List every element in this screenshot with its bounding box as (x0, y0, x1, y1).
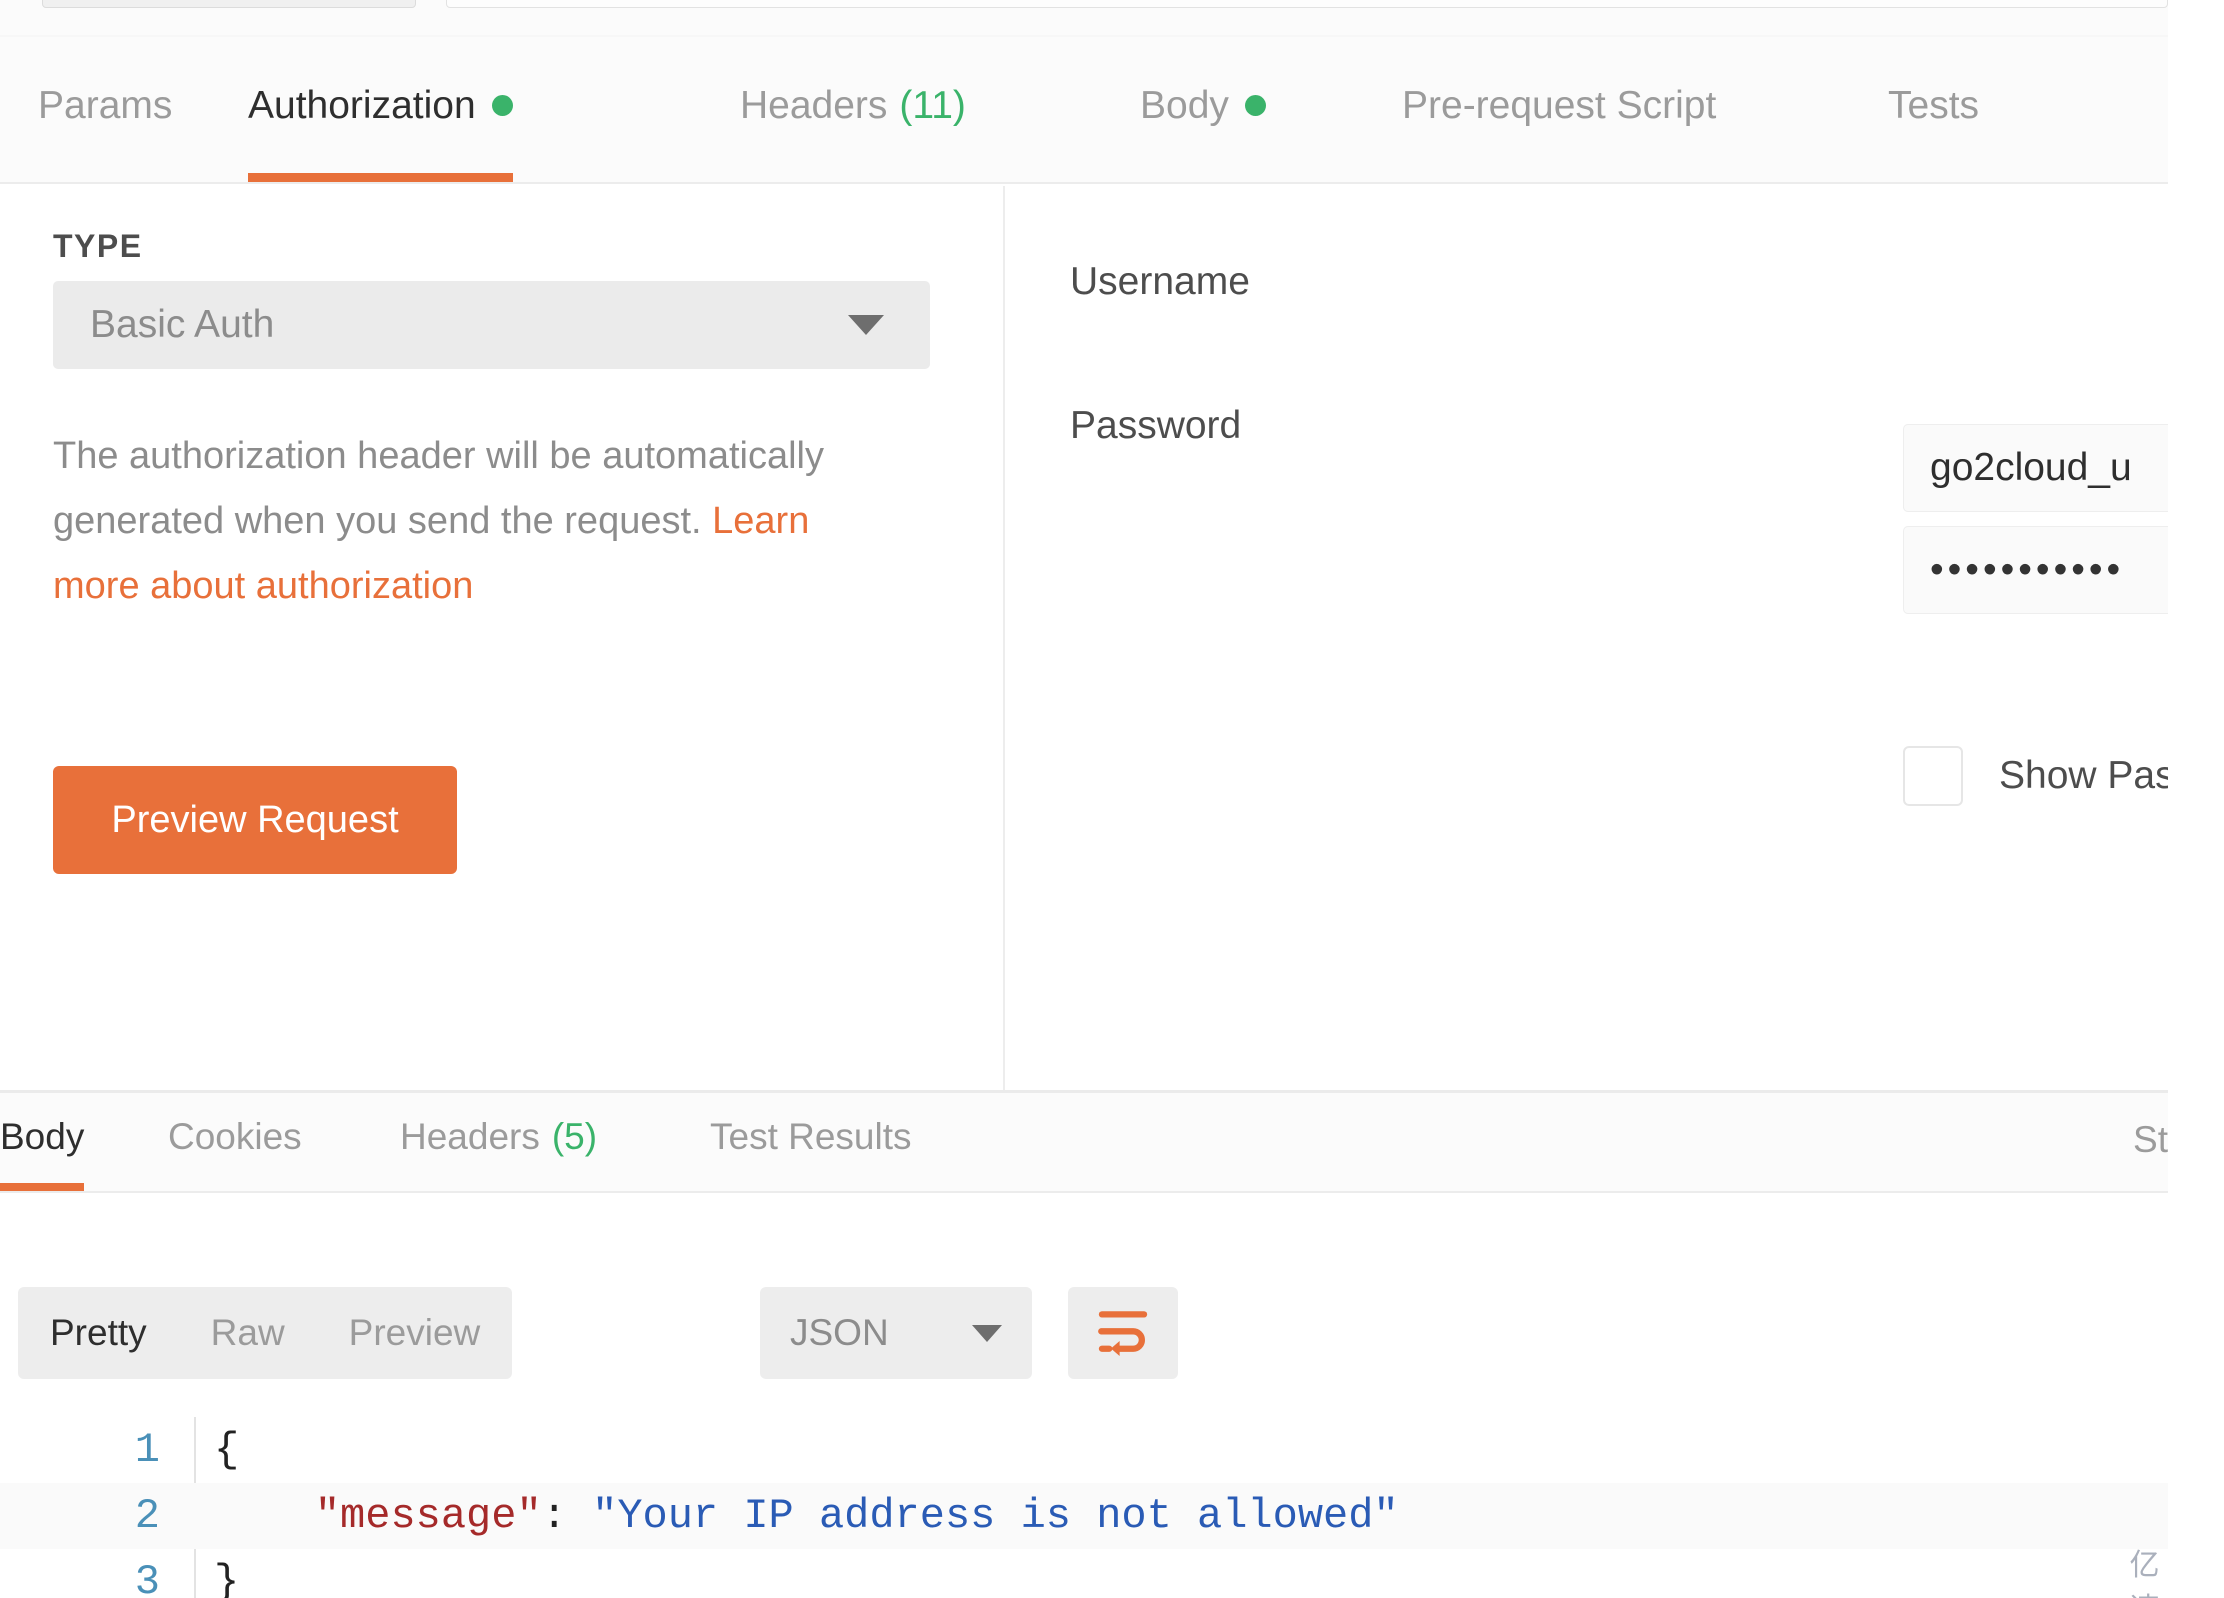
cloud-icon (2100, 1592, 2122, 1598)
show-password-label: Show Password (1999, 754, 2168, 797)
response-status-text: St (2133, 1119, 2168, 1160)
password-label: Password (1070, 404, 1242, 447)
request-tab-pre-request-script[interactable]: Pre-request Script (1402, 35, 1716, 182)
response-tabbar: St Body Cookies Headers (5) Test Results (0, 1093, 2168, 1193)
tab-label: Test Results (710, 1116, 912, 1157)
response-toolbar: Pretty Raw Preview JSON (0, 1195, 2168, 1379)
active-tab-underline (248, 173, 513, 182)
show-password-row[interactable]: Show Password (1903, 746, 2168, 806)
tab-count: (5) (551, 1116, 598, 1157)
show-password-checkbox[interactable] (1903, 746, 1963, 806)
token-key: "message" (314, 1492, 542, 1540)
auth-description: The authorization header will be automat… (53, 424, 883, 619)
line-number: 2 (134, 1492, 160, 1540)
username-label: Username (1070, 260, 1250, 303)
tab-label: Headers (400, 1116, 540, 1157)
view-mode-preview[interactable]: Preview (317, 1312, 513, 1354)
method-selector-partial[interactable] (42, 0, 416, 8)
format-value: JSON (790, 1312, 889, 1353)
status-dot-icon (491, 95, 513, 116)
url-bar-strip (0, 0, 2168, 35)
url-input-partial[interactable] (446, 0, 2168, 8)
tab-label: Body (1140, 83, 1229, 127)
postman-window: Params Authorization Headers (11) Body Pre-re… (0, 0, 2168, 1598)
code-line-text: { (214, 1417, 239, 1483)
tab-label: Pre-request Script (1402, 83, 1717, 127)
tab-label: Body (0, 1116, 85, 1157)
code-line-text: } (214, 1549, 239, 1598)
token-punct: : (541, 1492, 567, 1540)
tab-label: Params (38, 83, 173, 127)
token-brace: { (214, 1426, 240, 1474)
status-dot-icon (1244, 95, 1266, 116)
request-tab-tests[interactable]: Tests (1888, 35, 1979, 182)
request-tab-params[interactable]: Params (38, 35, 172, 182)
wrap-lines-button[interactable] (1068, 1287, 1178, 1379)
panel-divider (1003, 186, 1005, 1090)
username-input[interactable] (1903, 424, 2168, 512)
format-select[interactable]: JSON (760, 1287, 1032, 1379)
watermark: 亿速云 (2100, 1540, 2168, 1598)
preview-request-button[interactable]: Preview Request (53, 766, 457, 874)
chevron-down-icon (972, 1324, 1002, 1342)
response-tab-headers[interactable]: Headers (5) (400, 1091, 597, 1191)
line-number: 3 (134, 1558, 160, 1598)
tab-label: Tests (1888, 83, 1980, 127)
response-tab-test-results[interactable]: Test Results (710, 1091, 912, 1191)
code-line: 3} (0, 1549, 2168, 1598)
password-input[interactable] (1903, 526, 2168, 614)
request-tab-headers[interactable]: Headers (11) (740, 35, 966, 182)
code-lines: 1{2 "message": "Your IP address is not a… (0, 1417, 2168, 1598)
auth-type-select[interactable]: Basic Auth (53, 281, 930, 369)
response-tab-cookies[interactable]: Cookies (168, 1091, 302, 1191)
response-body-code[interactable]: 1{2 "message": "Your IP address is not a… (0, 1417, 2168, 1598)
line-number: 1 (134, 1426, 160, 1474)
tab-label: Cookies (168, 1116, 302, 1157)
token-brace: } (214, 1558, 240, 1598)
code-line: 1{ (0, 1417, 2168, 1483)
request-tab-body[interactable]: Body (1140, 35, 1266, 182)
view-mode-group: Pretty Raw Preview (18, 1287, 513, 1379)
type-label: TYPE (53, 228, 143, 264)
active-tab-underline (0, 1183, 85, 1191)
request-tab-authorization[interactable]: Authorization (248, 35, 513, 182)
username-row: Username (1070, 238, 1250, 326)
code-line: 2 "message": "Your IP address is not all… (0, 1483, 2168, 1549)
tab-count: (11) (899, 83, 966, 127)
password-row: Password (1070, 382, 1241, 470)
auth-type-value: Basic Auth (90, 303, 275, 346)
tab-label: Headers (740, 83, 888, 127)
wrap-lines-icon (1098, 1311, 1148, 1356)
authorization-panel: TYPE Basic Auth The authorization header… (0, 186, 2168, 1090)
tab-label: Authorization (248, 83, 476, 127)
view-mode-pretty[interactable]: Pretty (18, 1312, 179, 1354)
watermark-text: 亿速云 (2129, 1549, 2160, 1598)
auth-description-text: The authorization header will be automat… (53, 435, 824, 542)
request-tabbar: Params Authorization Headers (11) Body Pre-re… (0, 37, 2168, 184)
chevron-down-icon (848, 315, 884, 335)
view-mode-raw[interactable]: Raw (179, 1312, 317, 1354)
response-tab-body[interactable]: Body (0, 1091, 85, 1191)
token-str: "Your IP address is not allowed" (592, 1492, 1399, 1540)
code-line-text: "message": "Your IP address is not allow… (214, 1483, 1399, 1549)
